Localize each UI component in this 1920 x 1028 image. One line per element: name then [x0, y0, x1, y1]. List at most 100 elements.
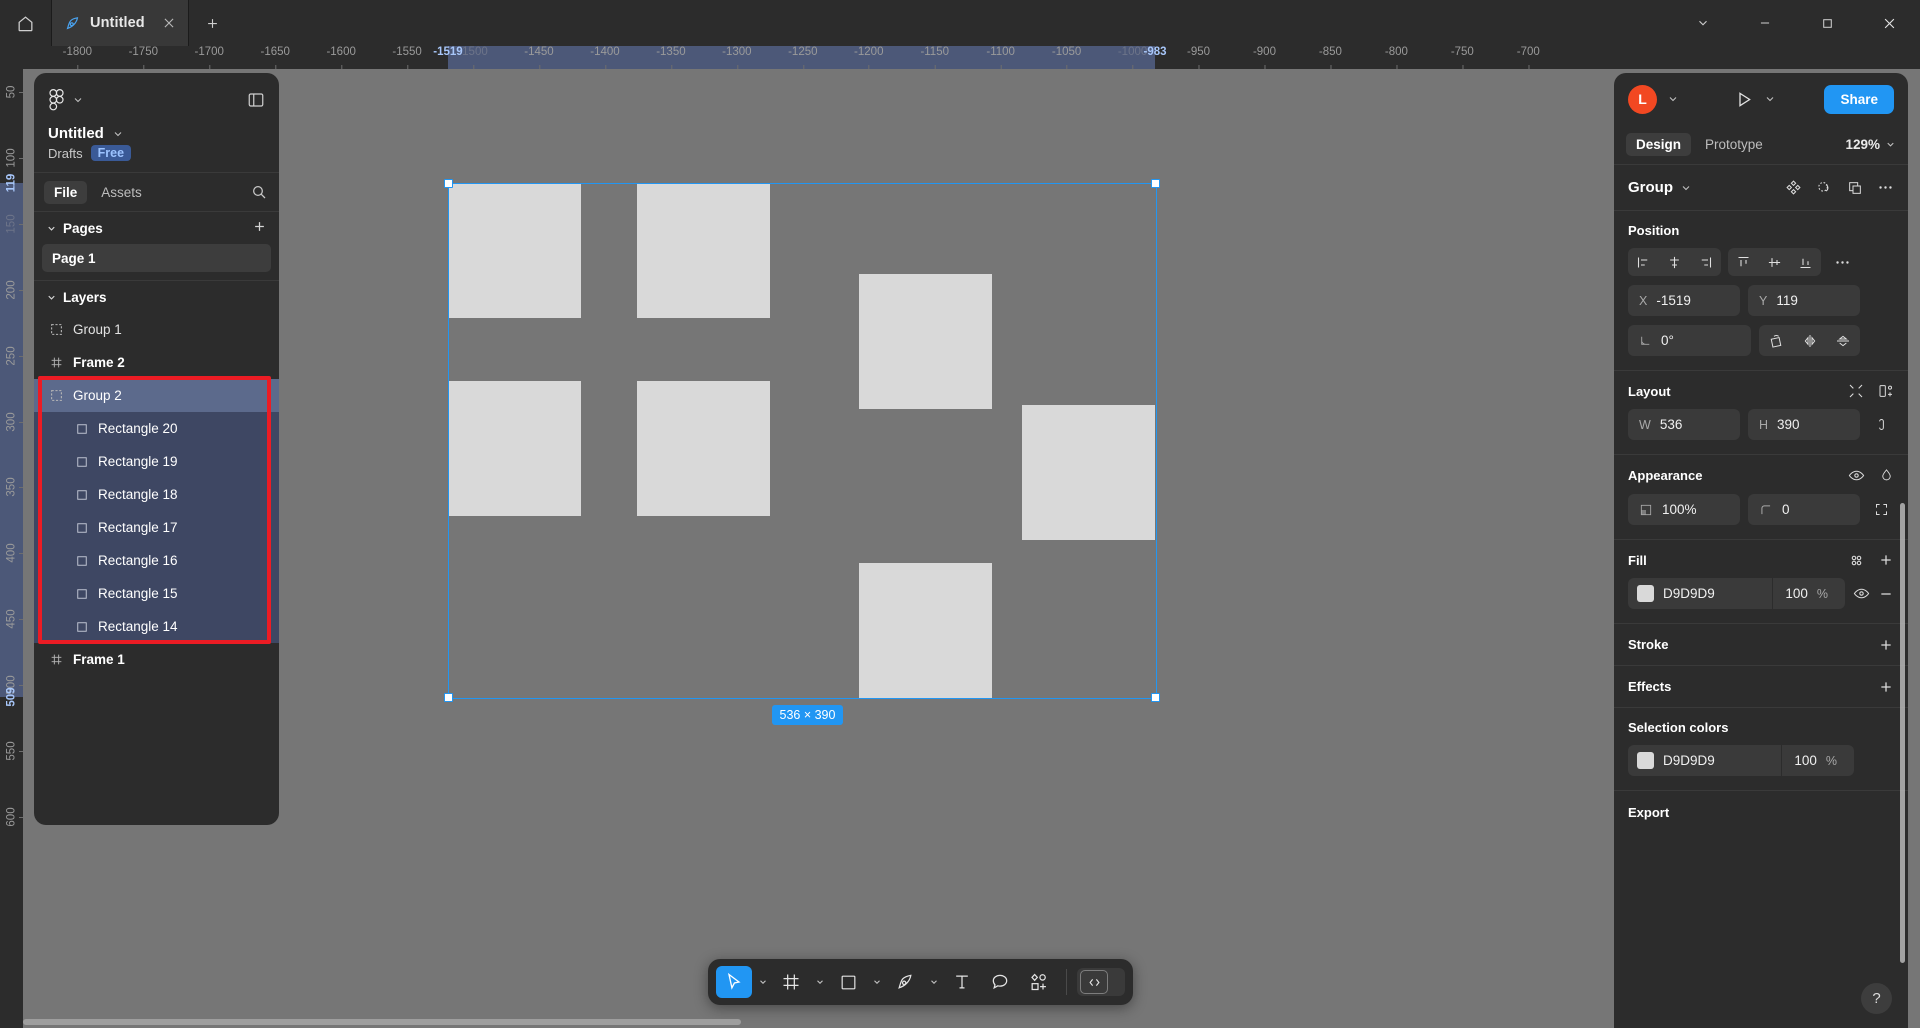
- avatar[interactable]: L: [1628, 84, 1657, 114]
- add-stroke-button[interactable]: [1878, 637, 1894, 653]
- flip-vertical-icon[interactable]: [1826, 325, 1860, 356]
- height-field[interactable]: H 390: [1748, 409, 1860, 440]
- rotate-icon[interactable]: [1759, 325, 1793, 356]
- minimize-icon[interactable]: [1734, 0, 1796, 46]
- comment-tool[interactable]: [982, 966, 1018, 998]
- selection-colors-title: Selection colors: [1628, 720, 1729, 735]
- home-button[interactable]: [0, 0, 52, 46]
- lock-ratio-icon[interactable]: [1868, 417, 1894, 432]
- chevron-down-icon[interactable]: [112, 128, 124, 140]
- tab-prototype[interactable]: Prototype: [1695, 133, 1773, 156]
- add-auto-layout-icon[interactable]: [1878, 383, 1894, 399]
- dev-mode-toggle[interactable]: [1077, 968, 1125, 996]
- tab-assets[interactable]: Assets: [91, 181, 152, 204]
- panel-collapse-icon[interactable]: [247, 91, 265, 109]
- corner-radius-field[interactable]: 0: [1748, 494, 1860, 525]
- selection-resize-handle[interactable]: [1151, 693, 1160, 702]
- frame-icon: [50, 653, 63, 666]
- align-top-icon[interactable]: [1728, 248, 1759, 276]
- layer-row-rectangle-17[interactable]: Rectangle 17: [34, 511, 279, 544]
- eye-icon[interactable]: [1848, 467, 1865, 484]
- mask-icon[interactable]: [1816, 179, 1833, 196]
- layer-row-frame-2[interactable]: Frame 2: [34, 346, 279, 379]
- y-position-field[interactable]: Y 119: [1748, 285, 1860, 316]
- move-tool-chevron-down-icon[interactable]: [754, 966, 771, 998]
- page-item-page-1[interactable]: Page 1: [42, 244, 271, 272]
- pen-tool-chevron-down-icon[interactable]: [925, 966, 942, 998]
- selection-color-field[interactable]: D9D9D9 100 %: [1628, 745, 1854, 776]
- flip-horizontal-icon[interactable]: [1793, 325, 1827, 356]
- blend-mode-icon[interactable]: [1879, 468, 1894, 483]
- chevron-down-icon[interactable]: [1672, 0, 1734, 46]
- folder-name[interactable]: Drafts: [48, 146, 83, 161]
- layer-row-rectangle-19[interactable]: Rectangle 19: [34, 445, 279, 478]
- frame-tool[interactable]: [773, 966, 809, 998]
- x-position-field[interactable]: X -1519: [1628, 285, 1740, 316]
- actions-tool[interactable]: [1020, 966, 1056, 998]
- align-left-icon[interactable]: [1628, 248, 1659, 276]
- share-button[interactable]: Share: [1824, 84, 1894, 114]
- add-component-icon[interactable]: [1785, 179, 1802, 196]
- fill-visibility-icon[interactable]: [1853, 585, 1870, 602]
- remove-fill-button[interactable]: [1878, 586, 1894, 602]
- figma-logo-icon[interactable]: [48, 89, 65, 111]
- move-tool[interactable]: [716, 966, 752, 998]
- layer-row-frame-1[interactable]: Frame 1: [34, 643, 279, 676]
- play-icon[interactable]: [1733, 89, 1754, 110]
- opacity-field[interactable]: 100%: [1628, 494, 1740, 525]
- layer-row-rectangle-14[interactable]: Rectangle 14: [34, 610, 279, 643]
- styles-icon[interactable]: [1849, 553, 1864, 568]
- shape-tool-chevron-down-icon[interactable]: [868, 966, 885, 998]
- tab-design[interactable]: Design: [1626, 133, 1692, 156]
- position-more-icon[interactable]: [1834, 254, 1851, 271]
- independent-corners-icon[interactable]: [1868, 502, 1894, 517]
- align-bottom-icon[interactable]: [1790, 248, 1821, 276]
- right-panel-scrollbar[interactable]: [1900, 503, 1905, 963]
- layer-row-rectangle-18[interactable]: Rectangle 18: [34, 478, 279, 511]
- frame-tool-chevron-down-icon[interactable]: [811, 966, 828, 998]
- add-fill-button[interactable]: [1878, 552, 1894, 568]
- maximize-icon[interactable]: [1796, 0, 1858, 46]
- layer-row-rectangle-16[interactable]: Rectangle 16: [34, 544, 279, 577]
- text-tool[interactable]: [944, 966, 980, 998]
- width-field[interactable]: W 536: [1628, 409, 1740, 440]
- zoom-control[interactable]: 129%: [1845, 137, 1896, 152]
- chevron-down-icon[interactable]: [72, 94, 84, 106]
- layer-row-group-2[interactable]: Group 2: [34, 379, 279, 412]
- file-tab[interactable]: Untitled: [52, 0, 189, 46]
- file-name-row[interactable]: Untitled: [48, 125, 265, 142]
- help-button[interactable]: ?: [1861, 983, 1892, 1014]
- tab-file[interactable]: File: [44, 180, 88, 204]
- pen-tool[interactable]: [887, 966, 923, 998]
- chevron-down-icon[interactable]: [1667, 93, 1679, 105]
- chevron-down-icon[interactable]: [1680, 182, 1692, 194]
- close-icon[interactable]: [162, 16, 176, 30]
- resize-to-fit-icon[interactable]: [1848, 383, 1864, 399]
- selection-resize-handle[interactable]: [1151, 179, 1160, 188]
- layer-row-group-1[interactable]: Group 1: [34, 313, 279, 346]
- shape-tool[interactable]: [830, 966, 866, 998]
- selection-resize-handle[interactable]: [444, 179, 453, 188]
- fill-color-field[interactable]: D9D9D9 100 %: [1628, 578, 1845, 609]
- search-icon[interactable]: [251, 184, 267, 200]
- rotation-field[interactable]: 0°: [1628, 325, 1751, 356]
- fill-color-swatch[interactable]: [1637, 585, 1654, 602]
- present-chevron-down-icon[interactable]: [1764, 93, 1776, 105]
- layer-row-rectangle-15[interactable]: Rectangle 15: [34, 577, 279, 610]
- selection-color-swatch[interactable]: [1637, 752, 1654, 769]
- duplicate-icon[interactable]: [1847, 180, 1863, 196]
- selection-resize-handle[interactable]: [444, 693, 453, 702]
- layers-section-header[interactable]: Layers: [34, 281, 279, 313]
- new-tab-button[interactable]: [189, 0, 235, 46]
- add-effect-button[interactable]: [1878, 679, 1894, 695]
- more-icon[interactable]: [1877, 179, 1894, 196]
- window-close-icon[interactable]: [1858, 0, 1920, 46]
- selection-bounding-box[interactable]: [448, 183, 1157, 699]
- pages-section-header[interactable]: Pages: [34, 212, 279, 244]
- align-vertical-center-icon[interactable]: [1759, 248, 1790, 276]
- add-page-button[interactable]: [252, 219, 267, 234]
- align-horizontal-center-icon[interactable]: [1659, 248, 1690, 276]
- horizontal-scrollbar[interactable]: [23, 1019, 741, 1025]
- align-right-icon[interactable]: [1690, 248, 1721, 276]
- layer-row-rectangle-20[interactable]: Rectangle 20: [34, 412, 279, 445]
